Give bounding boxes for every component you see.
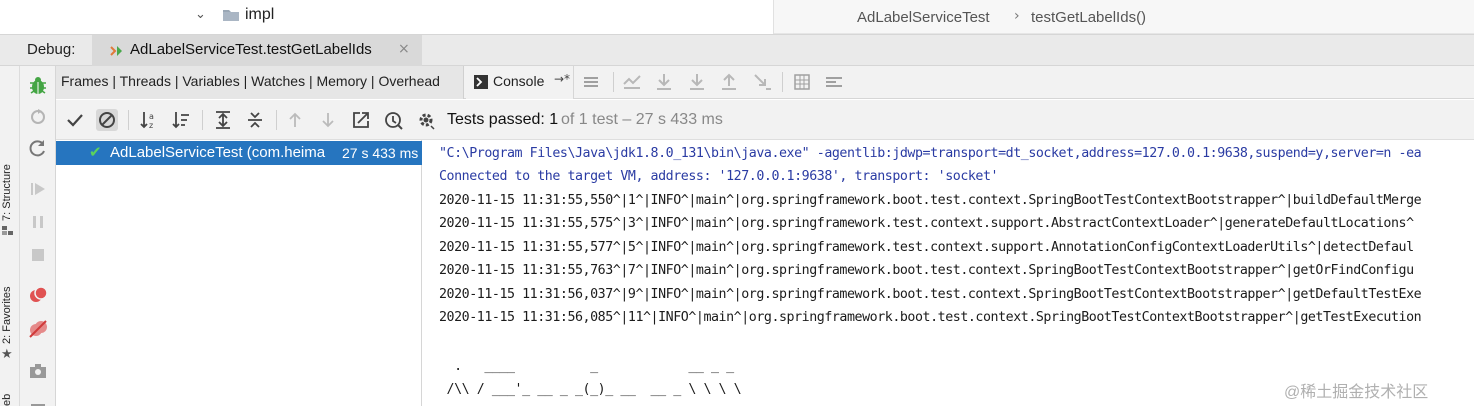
stop-icon[interactable] — [27, 244, 49, 266]
camera-icon[interactable] — [27, 360, 49, 382]
debug-actions-column — [20, 66, 56, 406]
show-passed-icon[interactable] — [64, 109, 86, 131]
previous-failed-icon[interactable] — [284, 109, 306, 131]
tests-summary: of 1 test – 27 s 433 ms — [561, 111, 723, 128]
evaluate-expression-icon[interactable] — [791, 71, 813, 93]
tab-frames-group[interactable]: Frames | Threads | Variables | Watches |… — [56, 66, 464, 99]
toolbar-separator — [782, 72, 783, 92]
step-over-icon[interactable] — [653, 71, 675, 93]
test-run-icon — [108, 43, 124, 64]
test-passed-icon: ✔ — [89, 143, 102, 161]
folder-icon — [222, 8, 240, 27]
console-icon — [474, 75, 488, 89]
step-into-icon[interactable] — [686, 71, 708, 93]
run-to-cursor-icon[interactable] — [751, 71, 773, 93]
test-runner-toolbar: az — [56, 100, 444, 140]
expand-all-icon[interactable] — [212, 109, 234, 131]
restart-icon[interactable] — [27, 138, 49, 160]
console-line-command: "C:\Program Files\Java\jdk1.8.0_131\bin\… — [439, 146, 1422, 161]
console-log-line: 2020-11-15 11:31:55,577^|5^|INFO^|main^|… — [439, 240, 1414, 255]
test-results-tree: ✔ AdLabelServiceTest (com.heima 27 s 433… — [56, 140, 422, 406]
tree-folder-label[interactable]: impl — [245, 6, 274, 24]
tests-passed-count: 1 — [549, 111, 559, 128]
tests-passed-prefix: Tests passed: — [447, 111, 545, 128]
bug-icon[interactable] — [27, 74, 49, 96]
export-results-icon[interactable] — [350, 109, 372, 131]
test-tree-row-selected[interactable]: ✔ AdLabelServiceTest (com.heima 27 s 433… — [56, 141, 422, 165]
test-class-name[interactable]: AdLabelServiceTest (com.heima — [110, 144, 336, 161]
rerun-failed-icon[interactable] — [27, 106, 49, 128]
step-out-icon[interactable] — [718, 71, 740, 93]
favorites-tool-label[interactable]: 2: Favorites — [1, 287, 13, 344]
debug-session-tab[interactable]: AdLabelServiceTest.testGetLabelIds × — [92, 35, 422, 66]
console-log-line: 2020-11-15 11:31:56,037^|9^|INFO^|main^|… — [439, 287, 1422, 302]
left-tool-strip: 7: Structure 2: Favorites ★ eb — [0, 66, 20, 406]
watermark: @稀土掘金技术社区 — [1284, 384, 1429, 401]
sort-by-duration-icon[interactable] — [170, 109, 192, 131]
top-strip: ⌄ impl AdLabelServiceTest › testGetLabel… — [0, 0, 1474, 34]
svg-text:z: z — [149, 121, 153, 130]
sort-alphabetically-icon[interactable]: az — [138, 109, 160, 131]
console-log-line: 2020-11-15 11:31:55,763^|7^|INFO^|main^|… — [439, 263, 1414, 278]
test-history-icon[interactable] — [383, 109, 405, 131]
console-log-line: 2020-11-15 11:31:55,550^|1^|INFO^|main^|… — [439, 193, 1422, 208]
console-output[interactable]: "C:\Program Files\Java\jdk1.8.0_131\bin\… — [423, 140, 1474, 406]
project-tree-row[interactable]: ⌄ impl — [0, 0, 773, 34]
editor-breadcrumb: AdLabelServiceTest › testGetLabelIds() — [774, 0, 1474, 34]
gear-icon[interactable] — [415, 109, 437, 131]
show-execution-point-icon[interactable] — [621, 71, 643, 93]
web-tool-label[interactable]: eb — [1, 394, 13, 406]
star-icon: ★ — [1, 347, 13, 362]
collapse-all-icon[interactable] — [244, 109, 266, 131]
toolbar-separator — [276, 110, 277, 130]
layout-icon[interactable] — [580, 71, 602, 93]
breadcrumb-separator: › — [1014, 8, 1020, 24]
chevron-down-icon[interactable]: ⌄ — [195, 7, 211, 23]
console-banner-line: . ____ _ __ _ _ — [439, 359, 734, 374]
svg-text:a: a — [149, 112, 154, 121]
debug-session-label[interactable]: AdLabelServiceTest.testGetLabelIds — [130, 41, 372, 58]
breadcrumb-method[interactable]: testGetLabelIds() — [1031, 9, 1146, 26]
debug-label: Debug: — [27, 41, 76, 58]
mute-breakpoints-icon[interactable] — [27, 318, 49, 340]
debugger-tabs-row: Frames | Threads | Variables | Watches |… — [56, 66, 1474, 99]
tab-console[interactable]: Console →* — [466, 66, 574, 99]
console-log-line: 2020-11-15 11:31:55,575^|3^|INFO^|main^|… — [439, 216, 1414, 231]
next-failed-icon[interactable] — [317, 109, 339, 131]
tab-console-label[interactable]: Console — [493, 73, 544, 89]
structure-icon — [2, 226, 13, 235]
console-line-connected: Connected to the target VM, address: '12… — [439, 169, 999, 184]
test-duration: 27 s 433 ms — [342, 145, 419, 161]
pin-icon[interactable]: →* — [554, 72, 570, 86]
settings-strip-icon[interactable] — [27, 396, 49, 406]
toolbar-separator — [202, 110, 203, 130]
structure-tool-label[interactable]: 7: Structure — [1, 164, 13, 221]
trace-current-stream-icon[interactable] — [823, 71, 845, 93]
console-banner-line: /\\ / ___'_ __ _ _(_)_ __ __ _ \ \ \ \ — [439, 382, 742, 397]
test-status-bar: Tests passed: 1 of 1 test – 27 s 433 ms — [444, 100, 1474, 140]
tab-frames-group-label[interactable]: Frames | Threads | Variables | Watches |… — [61, 73, 440, 89]
show-ignored-icon[interactable] — [96, 109, 118, 131]
toolbar-separator — [128, 110, 129, 130]
console-log-line: 2020-11-15 11:31:56,085^|11^|INFO^|main^… — [439, 310, 1422, 325]
pause-icon[interactable] — [27, 211, 49, 233]
toolbar-separator — [613, 72, 614, 92]
tests-passed-label: Tests passed: 1 — [447, 111, 558, 129]
debug-title-bar: Debug: AdLabelServiceTest.testGetLabelId… — [0, 34, 1474, 66]
view-breakpoints-icon[interactable] — [27, 284, 49, 306]
close-icon[interactable]: × — [398, 41, 410, 57]
breadcrumb-class[interactable]: AdLabelServiceTest — [857, 9, 990, 26]
resume-icon[interactable] — [27, 178, 49, 200]
